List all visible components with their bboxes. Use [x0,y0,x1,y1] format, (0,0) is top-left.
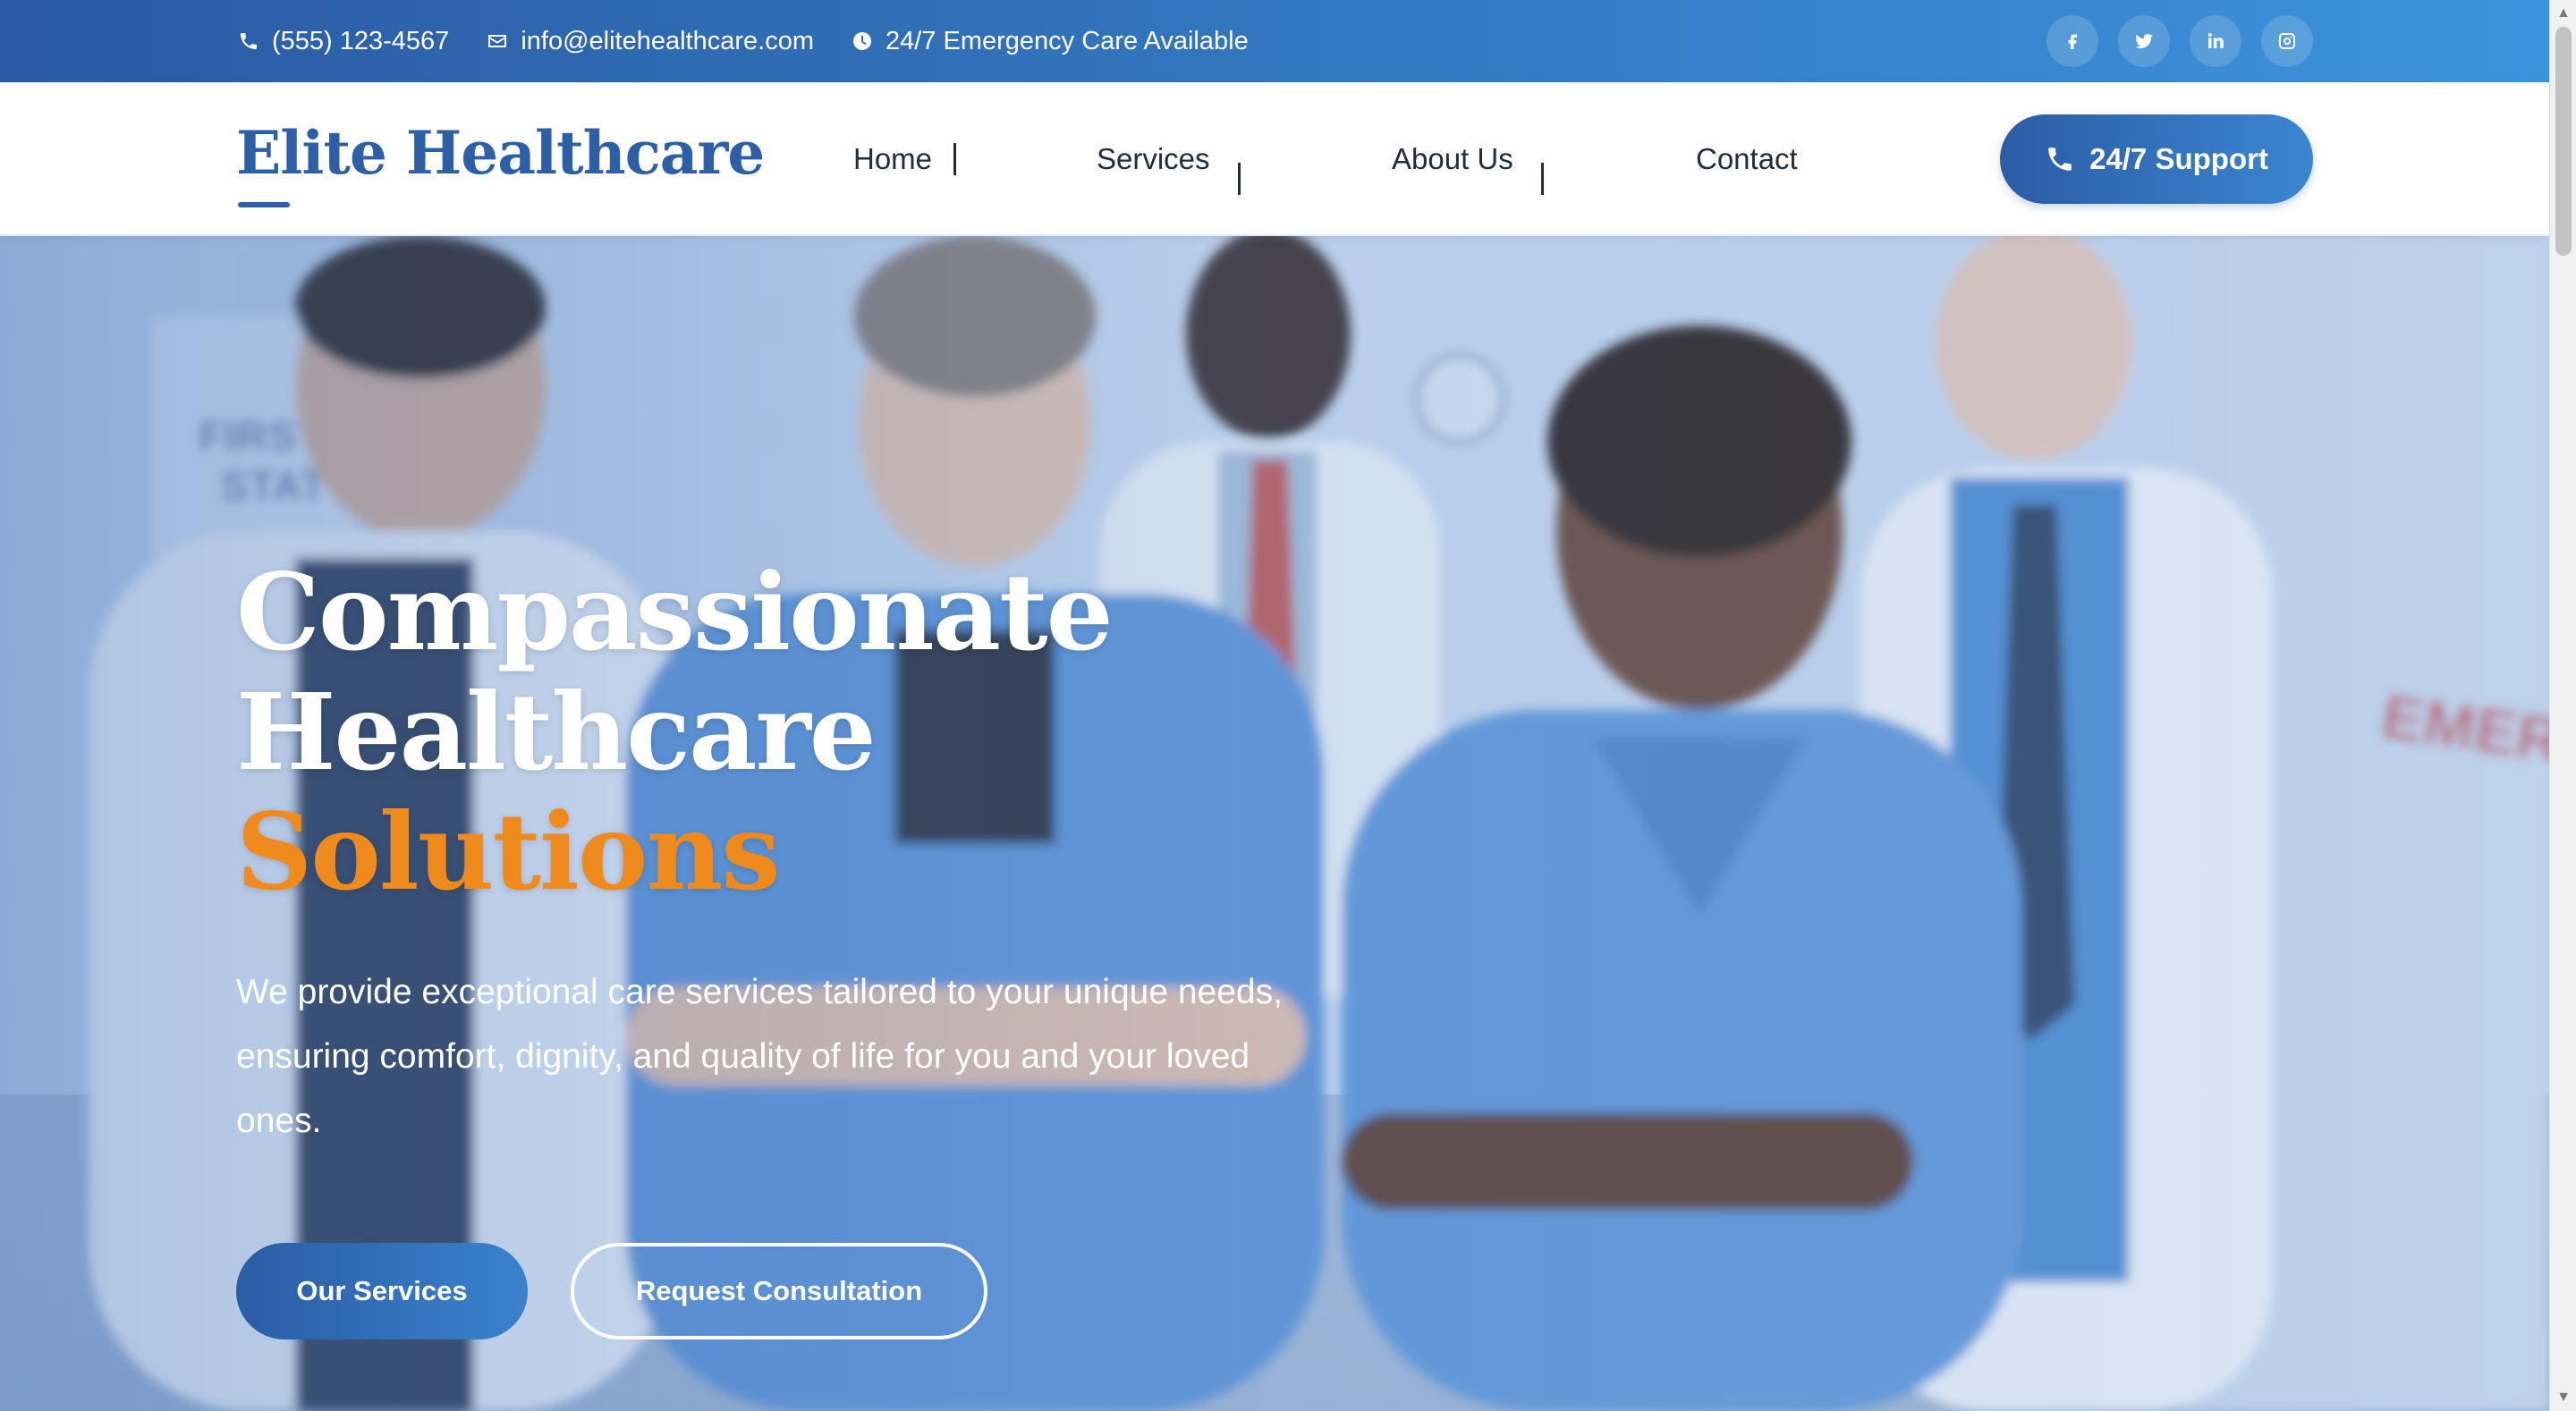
top-contact-bar: (555) 123-4567 info@elitehealthcare.com … [0,0,2549,82]
scroll-down-arrow-icon[interactable]: ▼ [2550,1384,2576,1411]
linkedin-link[interactable] [2190,15,2241,67]
hero-title-accent: Solutions [236,790,781,914]
emergency-notice: 24/7 Emergency Care Available [852,27,1249,56]
nav-separator [1541,163,1544,195]
phone-icon [241,33,257,49]
email-address: info@elitehealthcare.com [521,26,814,55]
clock-icon [853,32,871,50]
facebook-link[interactable] [2046,15,2098,67]
main-header: Elite Healthcare Home Services About Us … [0,82,2549,236]
facebook-icon [2068,34,2077,49]
hero-description: We provide exceptional care services tai… [236,973,1283,1140]
hero-section: FIRST STAT EMERGE [0,236,2549,1411]
instagram-link[interactable] [2261,15,2313,67]
site-logo[interactable]: Elite Healthcare [236,118,765,188]
contact-info: (555) 123-4567 info@elitehealthcare.com … [238,0,1249,82]
nav-services[interactable]: Services [1097,82,1210,236]
linkedin-icon [2207,33,2224,48]
our-services-button[interactable]: Our Services [236,1243,528,1339]
hero-title-line2: Healthcare [236,670,877,794]
phone-icon [2048,148,2072,171]
email-contact[interactable]: info@elitehealthcare.com [487,27,814,56]
hero-title: Compassionate Healthcare Solutions [236,550,1114,914]
emergency-text: 24/7 Emergency Care Available [886,26,1249,55]
instagram-icon [2279,33,2295,49]
logo-underline [238,202,290,207]
envelope-icon [488,35,507,47]
phone-number: (555) 123-4567 [272,26,450,55]
scrollbar-thumb[interactable] [2555,27,2572,256]
nav-about-us[interactable]: About Us [1392,82,1513,236]
nav-separator [1238,163,1241,195]
scroll-up-arrow-icon[interactable]: ▲ [2550,0,2576,27]
social-links [2046,0,2313,82]
twitter-icon [2135,33,2153,49]
phone-contact[interactable]: (555) 123-4567 [238,27,449,56]
page-scrollbar[interactable]: ▲ ▼ [2549,0,2576,1411]
hero-title-line1: Compassionate [236,550,1114,674]
nav-home[interactable]: Home [853,82,932,236]
support-button[interactable]: 24/7 Support [2000,114,2313,204]
nav-separator [953,143,956,175]
request-consultation-button[interactable]: Request Consultation [571,1243,987,1339]
support-button-label: 24/7 Support [2089,142,2268,175]
page: (555) 123-4567 info@elitehealthcare.com … [0,0,2576,1411]
twitter-link[interactable] [2118,15,2170,67]
nav-contact[interactable]: Contact [1696,82,1798,236]
